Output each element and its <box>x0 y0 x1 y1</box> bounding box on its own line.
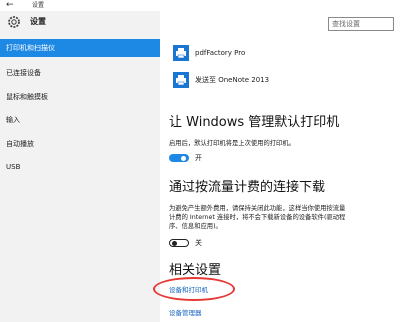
sidebar-item-printers-scanners[interactable]: 打印机和扫描仪 <box>0 39 160 57</box>
search-placeholder: 查找设置 <box>332 20 360 28</box>
sidebar: 设置 打印机和扫描仪 已连接设备 鼠标和触摸板 输入 自动播放 USB <box>0 11 160 322</box>
printer-name: pdfFactory Pro <box>195 49 246 57</box>
settings-title: 设置 <box>30 17 46 26</box>
metered-toggle-state: 关 <box>195 239 202 247</box>
window-title: 设置 <box>32 2 45 9</box>
sidebar-item-label: 鼠标和触摸板 <box>6 93 48 101</box>
default-printer-toggle[interactable] <box>169 154 189 162</box>
sidebar-item-label: 自动播放 <box>6 140 34 148</box>
sidebar-item-label: 已连接设备 <box>6 69 41 77</box>
title-bar: ← 设置 <box>0 0 401 11</box>
sidebar-item-usb[interactable]: USB <box>0 158 160 176</box>
device-manager-link[interactable]: 设备管理器 <box>169 309 202 318</box>
sidebar-item-label: USB <box>6 163 21 171</box>
metered-description-line: 序、信息和应用)。 <box>169 223 222 230</box>
sidebar-item-autoplay[interactable]: 自动播放 <box>0 135 160 153</box>
toggle-knob <box>172 240 177 246</box>
default-printer-toggle-state: 开 <box>195 154 202 162</box>
annotation-circle <box>153 277 235 301</box>
default-printer-heading: 让 Windows 管理默认打印机 <box>169 115 340 130</box>
printer-icon <box>173 72 189 88</box>
printer-name: 发送至 OneNote 2013 <box>195 76 270 84</box>
metered-toggle[interactable] <box>169 239 189 247</box>
sidebar-item-label: 输入 <box>6 116 20 124</box>
sidebar-item-typing[interactable]: 输入 <box>0 111 160 129</box>
back-arrow-icon[interactable]: ← <box>6 0 14 11</box>
default-printer-description: 启用后，默认打印机将是上次使用的打印机。 <box>169 140 295 147</box>
gear-icon <box>8 16 20 28</box>
sidebar-item-connected-devices[interactable]: 已连接设备 <box>0 64 160 82</box>
metered-description-line: 计费的 Internet 连接时，将不会下载新设备的设备软件(驱动程 <box>169 214 346 221</box>
toggle-knob <box>181 155 186 161</box>
printer-icon <box>173 45 189 61</box>
sidebar-item-label: 打印机和扫描仪 <box>6 44 55 52</box>
sidebar-item-mouse-touchpad[interactable]: 鼠标和触摸板 <box>0 88 160 106</box>
metered-heading: 通过按流量计费的连接下载 <box>169 180 326 195</box>
settings-header: 设置 <box>0 11 160 33</box>
metered-description-line: 为避免产生额外费用，请保持关闭此功能，这样当你使用按流量 <box>169 205 346 212</box>
search-input[interactable]: 查找设置 <box>328 17 394 31</box>
